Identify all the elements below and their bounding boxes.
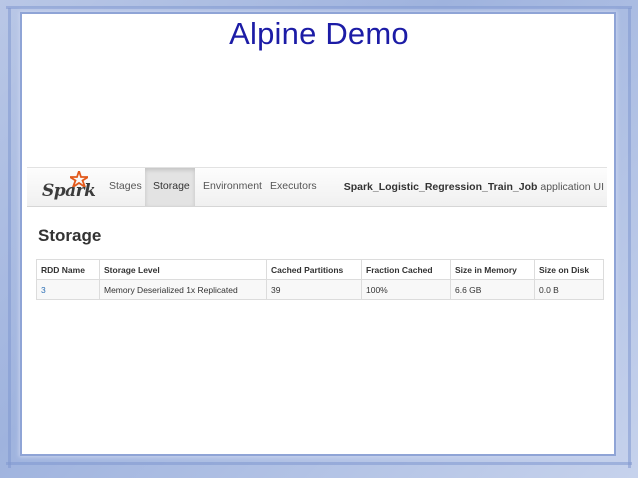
tab-stages[interactable]: Stages <box>101 168 150 206</box>
slide-title: Alpine Demo <box>229 16 409 51</box>
tab-environment[interactable]: Environment <box>195 168 270 206</box>
frame-stroke-right <box>628 8 631 468</box>
table-row: 3 Memory Deserialized 1x Replicated 39 1… <box>36 279 604 300</box>
tab-storage[interactable]: Storage <box>145 168 195 206</box>
table-header-row: RDD Name Storage Level Cached Partitions… <box>36 259 604 280</box>
frame-stroke-left <box>8 8 11 468</box>
storage-table: RDD Name Storage Level Cached Partitions… <box>36 259 604 300</box>
cell-storage-level: Memory Deserialized 1x Replicated <box>99 279 267 300</box>
col-rdd-name[interactable]: RDD Name <box>36 259 100 280</box>
app-title: Spark_Logistic_Regression_Train_Job appl… <box>344 168 604 206</box>
app-suffix: application UI <box>537 181 604 193</box>
frame-stroke-bottom <box>6 462 632 465</box>
app-name: Spark_Logistic_Regression_Train_Job <box>343 181 538 193</box>
cell-size-on-disk: 0.0 B <box>534 279 604 300</box>
cell-size-in-memory: 6.6 GB <box>450 279 535 300</box>
col-cached-partitions[interactable]: Cached Partitions <box>266 259 362 280</box>
col-size-on-disk[interactable]: Size on Disk <box>534 259 604 280</box>
col-fraction-cached[interactable]: Fraction Cached <box>361 259 451 280</box>
cell-cached-partitions: 39 <box>266 279 362 300</box>
slide-canvas <box>22 14 614 454</box>
frame-stroke-top <box>6 6 632 9</box>
col-size-in-memory[interactable]: Size in Memory <box>450 259 535 280</box>
cell-rdd-name[interactable]: 3 <box>36 279 100 300</box>
page-title: Storage <box>38 226 102 245</box>
rdd-link[interactable]: 3 <box>41 285 46 295</box>
spark-navbar: Spark Stages Storage Environment Executo… <box>27 167 607 207</box>
spark-star-icon <box>70 171 88 187</box>
tab-executors[interactable]: Executors <box>262 168 325 206</box>
spark-logo[interactable]: Spark <box>42 171 96 201</box>
col-storage-level[interactable]: Storage Level <box>99 259 267 280</box>
cell-fraction-cached: 100% <box>361 279 451 300</box>
